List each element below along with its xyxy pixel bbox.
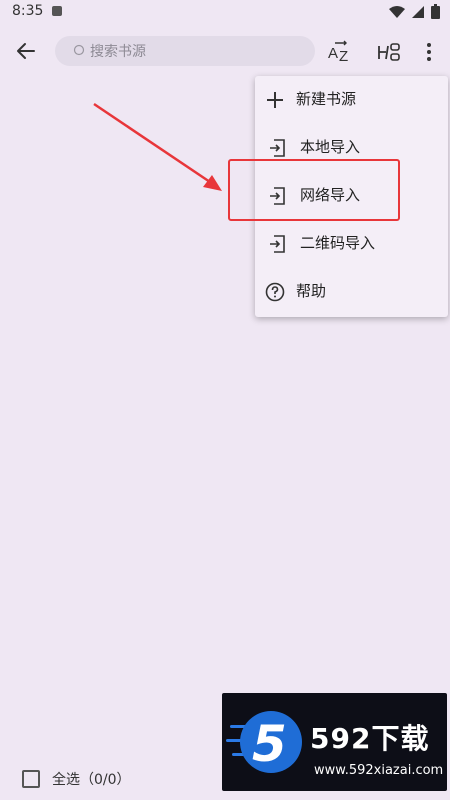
signal-icon — [412, 5, 424, 18]
search-input[interactable]: 搜索书源 — [55, 36, 315, 66]
status-time: 8:35 — [12, 3, 44, 19]
menu-item-label: 二维码导入 — [300, 234, 376, 252]
battery-icon — [431, 4, 440, 19]
status-icons — [389, 4, 440, 19]
highlight-box — [228, 159, 400, 221]
search-icon — [73, 44, 85, 56]
menu-item-label: 帮助 — [296, 282, 327, 300]
select-all-checkbox[interactable] — [22, 770, 40, 788]
svg-text:A: A — [328, 45, 338, 62]
sort-az-icon[interactable]: A Z — [326, 38, 354, 66]
watermark-url: www.592xiazai.com — [314, 763, 444, 778]
import-icon — [270, 235, 285, 253]
logo-mark: 5 — [252, 715, 287, 773]
menu-item-label: 新建书源 — [296, 90, 357, 108]
notification-icon — [52, 6, 62, 16]
more-vert-icon[interactable] — [417, 38, 441, 66]
menu-item-help[interactable]: 帮助 — [255, 268, 448, 316]
search-placeholder: 搜索书源 — [90, 44, 146, 60]
import-icon — [270, 139, 285, 157]
svg-text:Z: Z — [339, 48, 348, 65]
select-all-label: 全选（0/0） — [52, 772, 131, 788]
menu-item-label: 本地导入 — [300, 138, 361, 156]
wifi-icon — [389, 5, 405, 18]
menu-item-qr-import[interactable]: 二维码导入 — [255, 220, 448, 268]
status-bar: 8:35 — [0, 0, 450, 24]
back-arrow-icon[interactable] — [12, 37, 40, 65]
help-icon — [265, 282, 285, 302]
group-icon[interactable] — [376, 38, 404, 66]
watermark-logo: 5 592下载 www.592xiazai.com — [222, 693, 447, 791]
app-bar: 搜索书源 A Z — [0, 24, 450, 78]
menu-item-new-source[interactable]: 新建书源 — [255, 76, 448, 124]
plus-icon — [267, 92, 283, 108]
watermark-brand: 592下载 — [310, 722, 430, 755]
